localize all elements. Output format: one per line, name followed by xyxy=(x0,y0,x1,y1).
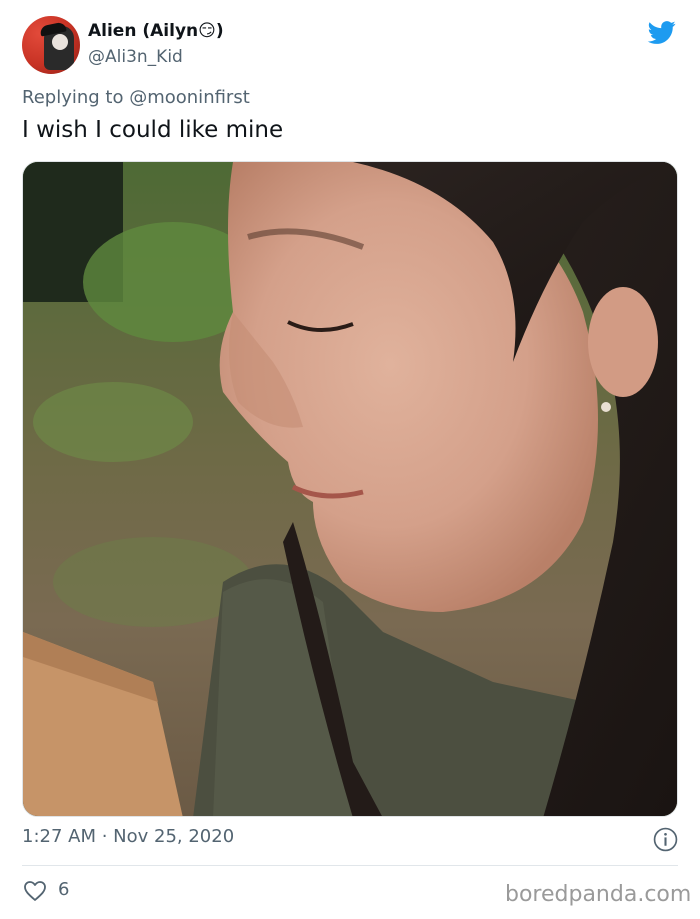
replying-to: Replying to @mooninfirst xyxy=(22,87,250,108)
tweet-photo[interactable] xyxy=(22,161,678,817)
like-count: 6 xyxy=(58,879,70,900)
heart-icon[interactable] xyxy=(23,880,47,902)
avatar-face xyxy=(52,34,68,50)
watermark: boredpanda.com xyxy=(505,882,692,907)
display-name-text: Alien (Ailyn xyxy=(88,21,199,41)
tweet-text: I wish I could like mine xyxy=(22,117,284,143)
smirk-emoji-icon: 😏 xyxy=(198,21,216,41)
replying-prefix: Replying to xyxy=(22,87,124,108)
tweet-card: Alien (Ailyn😏) @Ali3n_Kid Replying to @m… xyxy=(0,0,700,919)
avatar[interactable] xyxy=(22,16,80,74)
divider xyxy=(22,865,678,866)
twitter-bird-icon[interactable] xyxy=(646,18,678,46)
author-display-name[interactable]: Alien (Ailyn😏) xyxy=(88,21,224,41)
display-name-close: ) xyxy=(215,21,224,41)
info-icon[interactable] xyxy=(653,827,678,852)
tweet-timestamp[interactable]: 1:27 AM · Nov 25, 2020 xyxy=(22,826,234,847)
tweet-photo-image xyxy=(23,162,677,816)
replying-target-link[interactable]: @mooninfirst xyxy=(129,87,250,108)
author-handle[interactable]: @Ali3n_Kid xyxy=(88,47,183,67)
